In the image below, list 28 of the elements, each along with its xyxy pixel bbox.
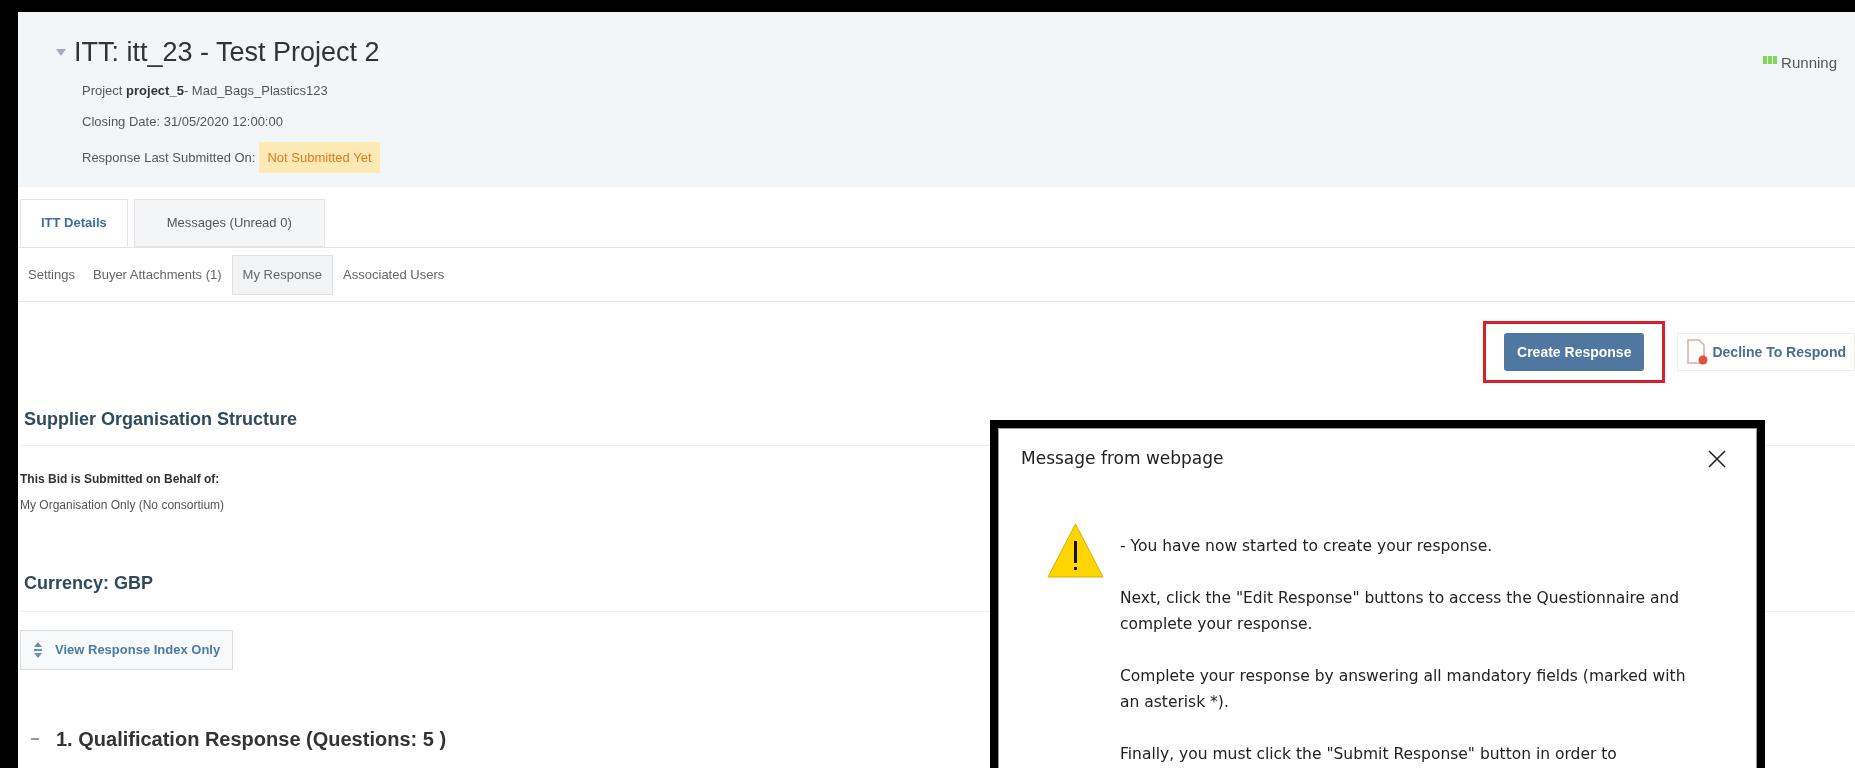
sub-tab[interactable]: Settings xyxy=(20,254,83,295)
tab[interactable]: Messages (Unread 0) xyxy=(133,199,325,247)
signal-icon xyxy=(1763,56,1778,64)
field-value: My Organisation Only (No consortium) xyxy=(20,497,226,514)
expand-collapse-icon xyxy=(33,641,43,659)
page-title: ITT: itt_23 - Test Project 2 xyxy=(74,36,380,69)
closing-date: Closing Date: 31/05/2020 12:00:00 xyxy=(82,113,284,131)
dialog-text: Complete your response by answering all mandatory fields (marked with an asterisk *). xyxy=(1120,666,1687,713)
sub-tab[interactable]: My Response xyxy=(231,254,334,295)
warning-icon xyxy=(1047,523,1104,578)
tab[interactable]: ITT Details xyxy=(20,199,128,247)
dialog-title: Message from webpage xyxy=(1021,447,1224,471)
view-index-button[interactable]: View Response Index Only xyxy=(20,630,234,670)
section-title: 1. Qualification Response (Questions: 5 ) xyxy=(56,727,447,752)
create-response-button[interactable]: Create Response xyxy=(1504,333,1645,371)
project-line: Project project_5- Mad_Bags_Plastics123 xyxy=(82,81,329,100)
document-icon xyxy=(1686,338,1709,366)
status-text: Running xyxy=(1781,53,1837,73)
close-icon[interactable] xyxy=(1708,450,1726,468)
sub-tab[interactable]: Buyer Attachments (1) xyxy=(85,254,230,295)
dialog-text: - You have now started to create your response. xyxy=(1120,536,1494,557)
field-label: This Bid is Submitted on Behalf of: xyxy=(20,471,221,488)
decline-button[interactable]: Decline To Respond xyxy=(1677,333,1855,371)
last-submitted-label: Response Last Submitted On: xyxy=(82,148,256,167)
collapse-icon[interactable] xyxy=(56,48,66,56)
sub-tab[interactable]: Associated Users xyxy=(335,254,453,295)
dialog-text: Finally, you must click the "Submit Response" button in order to xyxy=(1120,744,1618,765)
status-badge: Not Submitted Yet xyxy=(259,141,380,173)
